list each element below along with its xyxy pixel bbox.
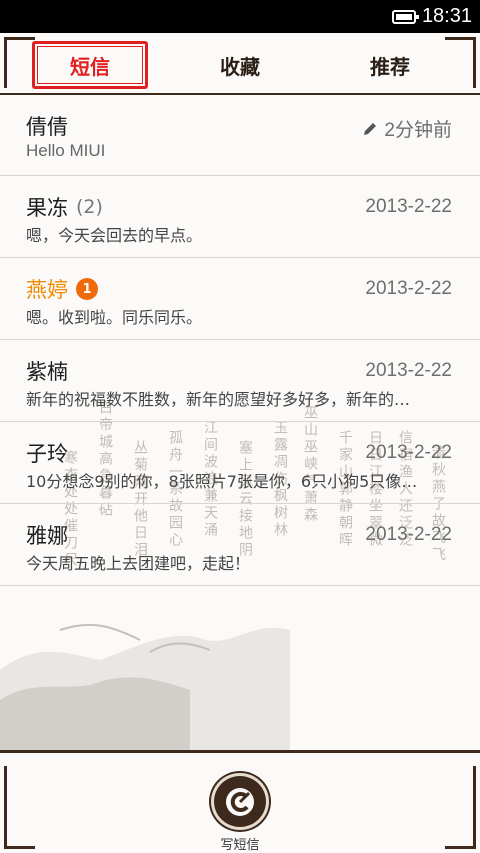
conversation-row[interactable]: 果冻 (2) 2013-2-22 嗯，今天会回去的早点。 xyxy=(0,176,480,258)
contact-name: 燕婷 1 xyxy=(26,274,98,304)
pencil-draft-icon xyxy=(364,122,377,135)
ink-landscape-background xyxy=(0,623,290,760)
message-snippet: 今天周五晚上去团建吧，走起！ xyxy=(26,554,251,573)
compose-label: 写短信 xyxy=(220,838,260,853)
conversation-row[interactable]: 倩倩 2分钟前 Hello MIUI xyxy=(0,95,480,176)
message-snippet: 新年的祝福数不胜数，新年的愿望好多好多，新年的… xyxy=(26,390,411,409)
bottom-bar: 写短信 xyxy=(0,750,480,853)
message-time: 2013-2-22 xyxy=(365,442,452,463)
compose-button[interactable]: 写短信 xyxy=(210,773,270,853)
message-time: 2013-2-22 xyxy=(365,196,452,217)
message-time: 2013-2-22 xyxy=(365,524,452,545)
message-snippet: 10分想念9别的你，8张照片7张是你，6只小狗5只像… xyxy=(26,472,418,491)
contact-name: 雅娜 xyxy=(26,524,68,548)
battery-icon xyxy=(391,9,419,24)
status-time: 18:31 xyxy=(421,5,472,27)
message-count: (2) xyxy=(76,196,103,218)
message-snippet: 嗯，今天会回去的早点。 xyxy=(26,226,203,245)
message-snippet: Hello MIUI xyxy=(26,141,106,160)
tab-recommended[interactable]: 推荐 xyxy=(330,41,450,89)
contact-name: 紫楠 xyxy=(26,360,68,384)
tab-favorites[interactable]: 收藏 xyxy=(180,41,300,89)
tab-bar: 短信 收藏 推荐 xyxy=(0,33,480,95)
conversation-row[interactable]: 燕婷 1 2013-2-22 嗯。收到啦。同乐同乐。 xyxy=(0,258,480,340)
conversation-row[interactable]: 子玲 2013-2-22 10分想念9别的你，8张照片7张是你，6只小狗5只像… xyxy=(0,422,480,504)
conversation-row[interactable]: 紫楠 2013-2-22 新年的祝福数不胜数，新年的愿望好多好多，新年的… xyxy=(0,340,480,422)
conversation-row[interactable]: 雅娜 2013-2-22 今天周五晚上去团建吧，走起！ xyxy=(0,504,480,586)
contact-name: 子玲 xyxy=(26,442,68,466)
contact-name: 果冻 (2) xyxy=(26,196,103,220)
message-time: 2分钟前 xyxy=(362,115,452,142)
message-snippet: 嗯。收到啦。同乐同乐。 xyxy=(26,308,203,327)
unread-badge: 1 xyxy=(76,278,98,300)
contact-name: 倩倩 xyxy=(26,115,68,139)
message-time: 2013-2-22 xyxy=(365,360,452,381)
conversation-list: 倩倩 2分钟前 Hello MIUI 果冻 (2) 2013-2-22 嗯，今天会… xyxy=(0,95,480,586)
compose-icon xyxy=(211,773,269,830)
status-bar: 18:31 xyxy=(0,0,480,33)
message-time: 2013-2-22 xyxy=(365,278,452,299)
tab-sms[interactable]: 短信 xyxy=(32,41,148,89)
